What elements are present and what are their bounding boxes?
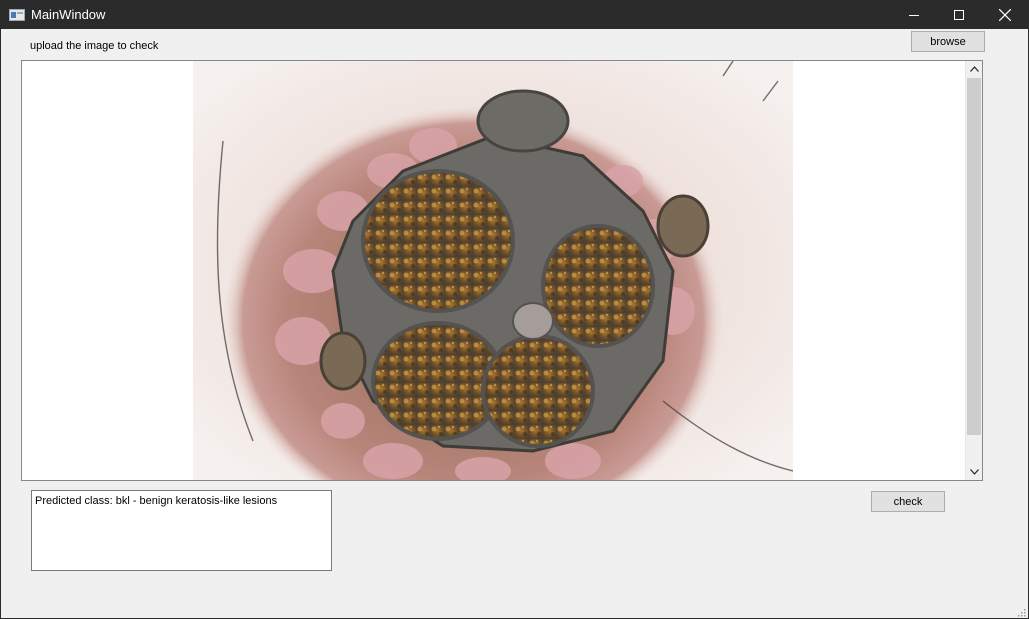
chevron-down-icon xyxy=(969,469,979,475)
minimize-icon xyxy=(909,15,919,16)
close-icon xyxy=(999,9,1011,21)
scroll-down-button[interactable] xyxy=(966,464,982,480)
window-title: MainWindow xyxy=(31,7,106,22)
lesion-image xyxy=(193,61,794,480)
image-preview-area[interactable] xyxy=(21,60,983,481)
check-button[interactable]: check xyxy=(871,491,945,512)
minimize-button[interactable] xyxy=(891,1,937,29)
title-bar[interactable]: MainWindow xyxy=(1,1,1028,29)
scroll-up-button[interactable] xyxy=(966,61,982,77)
vertical-scrollbar[interactable] xyxy=(965,61,982,480)
resize-grip-icon[interactable] xyxy=(1016,606,1026,617)
close-button[interactable] xyxy=(982,1,1028,29)
browse-button[interactable]: browse xyxy=(911,31,985,52)
chevron-up-icon xyxy=(969,66,979,72)
maximize-icon xyxy=(954,10,964,20)
upload-prompt-label: upload the image to check xyxy=(30,40,159,52)
scrollbar-thumb[interactable] xyxy=(967,78,981,435)
prediction-text: Predicted class: bkl - benign keratosis-… xyxy=(35,495,278,507)
prediction-result-box[interactable]: Predicted class: bkl - benign keratosis-… xyxy=(31,490,332,571)
main-window: MainWindow upload the image to check bro… xyxy=(0,0,1029,619)
maximize-button[interactable] xyxy=(936,1,982,29)
app-window-icon xyxy=(9,9,25,21)
